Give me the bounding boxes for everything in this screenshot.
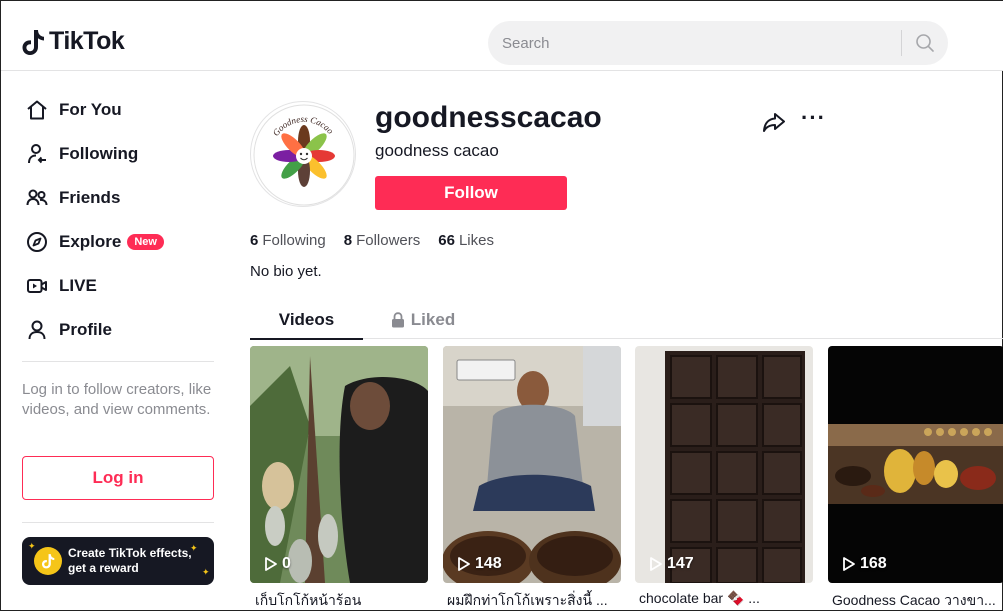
follow-button[interactable]: Follow <box>375 176 567 210</box>
profile-bio: No bio yet. <box>250 263 322 280</box>
video-caption[interactable]: ผมฝึกท่าโกโก้เพราะสิ่งนี้ ... <box>447 590 625 611</box>
stat-count: 6 <box>250 232 259 249</box>
video-views: 147 <box>649 555 694 573</box>
tab-videos[interactable]: Videos <box>250 301 363 340</box>
play-icon <box>458 557 470 571</box>
sidebar-item-for-you[interactable]: For You <box>23 90 122 130</box>
sidebar-item-friends[interactable]: Friends <box>23 178 120 218</box>
tiktok-logo-icon <box>22 29 44 55</box>
video-views: 0 <box>264 555 291 573</box>
sparkle-icon: ✦ <box>202 567 210 577</box>
effects-line-2: get a reward <box>68 561 139 575</box>
profile-stats: 6 Following 8 Followers 66 Likes <box>250 232 494 249</box>
effects-icon <box>34 547 62 575</box>
search-input[interactable] <box>488 21 901 65</box>
video-card[interactable]: 148 <box>443 346 621 583</box>
tab-liked[interactable]: Liked <box>363 301 483 339</box>
video-views: 168 <box>842 555 887 573</box>
video-thumbnail <box>443 346 621 583</box>
create-effects-banner[interactable]: ✦ ✦ ✦ Create TikTok effects, get a rewar… <box>22 537 214 585</box>
profile-username: goodnesscacao <box>375 101 602 134</box>
profile-tabs: Videos Liked <box>250 301 1003 340</box>
more-dots-icon: ··· <box>801 105 826 130</box>
stat-count: 66 <box>438 232 455 249</box>
search-icon <box>916 34 934 52</box>
sidebar-item-profile[interactable]: Profile <box>23 310 112 350</box>
following-icon <box>23 140 51 168</box>
video-thumbnail <box>250 346 428 583</box>
sidebar-divider <box>22 522 214 523</box>
stat-label: Followers <box>356 232 421 249</box>
video-views: 148 <box>457 555 502 573</box>
live-icon <box>23 272 51 300</box>
sparkle-icon: ✦ <box>190 543 198 553</box>
sidebar: For You Following Friends Explore New LI… <box>1 72 231 611</box>
stat-likes: 66 Likes <box>438 232 494 249</box>
view-count: 0 <box>282 555 291 572</box>
sidebar-divider <box>22 361 214 362</box>
tiktok-logo[interactable]: TikTok <box>21 27 125 56</box>
compass-icon <box>23 228 51 256</box>
stat-following[interactable]: 6 Following <box>250 232 326 249</box>
avatar[interactable]: Goodness Cacao <box>250 101 356 207</box>
profile-icon <box>23 316 51 344</box>
share-button[interactable] <box>761 109 787 135</box>
new-badge: New <box>127 234 164 250</box>
video-card[interactable]: 147 <box>635 346 813 583</box>
sidebar-item-label: Profile <box>59 320 112 339</box>
friends-icon <box>23 184 51 212</box>
sidebar-item-following[interactable]: Following <box>23 134 138 174</box>
sparkle-icon: ✦ <box>28 541 36 551</box>
view-count: 168 <box>860 555 887 572</box>
sidebar-item-label: Following <box>59 144 139 163</box>
share-icon <box>763 113 785 132</box>
top-header: TikTok <box>1 1 1003 71</box>
video-card[interactable]: 168 <box>828 346 1003 583</box>
home-icon <box>23 96 51 124</box>
video-caption[interactable]: chocolate bar 🍫 ... <box>639 590 817 607</box>
view-count: 148 <box>475 555 502 572</box>
sidebar-item-explore[interactable]: Explore New <box>23 222 164 262</box>
more-options-button[interactable]: ··· <box>801 107 827 135</box>
brand-name: TikTok <box>49 27 125 55</box>
video-thumbnail <box>635 346 813 583</box>
login-hint-text: Log in to follow creators, like videos, … <box>22 381 212 418</box>
view-count: 147 <box>667 555 694 572</box>
stat-count: 8 <box>343 232 353 249</box>
sidebar-item-live[interactable]: LIVE <box>23 266 97 306</box>
stat-label: Following <box>262 232 326 249</box>
video-caption[interactable]: เก็บโกโก้หน้าร้อน <box>255 590 433 611</box>
lock-icon <box>391 312 404 328</box>
video-caption[interactable]: Goodness Cacao วางขา... <box>832 590 1002 611</box>
effects-line-1: Create TikTok effects, <box>68 546 192 560</box>
avatar-logo-image: Goodness Cacao <box>253 104 355 206</box>
effects-text: Create TikTok effects, get a reward <box>68 546 192 576</box>
profile-nickname: goodness cacao <box>375 141 499 160</box>
play-icon <box>265 557 277 571</box>
search-button[interactable] <box>902 21 948 65</box>
play-icon <box>650 557 662 571</box>
sidebar-item-label: Explore <box>59 232 122 251</box>
search-bar <box>488 21 948 65</box>
tab-liked-label: Liked <box>410 310 456 329</box>
login-button[interactable]: Log in <box>22 456 214 500</box>
sidebar-item-label: Friends <box>59 188 121 207</box>
sidebar-item-label: For You <box>59 100 122 119</box>
stat-followers[interactable]: 8 Followers <box>344 232 421 249</box>
video-thumbnail <box>828 346 1003 583</box>
sidebar-item-label: LIVE <box>59 276 97 295</box>
stat-label: Likes <box>458 232 494 249</box>
play-icon <box>843 557 855 571</box>
video-card[interactable]: 0 <box>250 346 428 583</box>
